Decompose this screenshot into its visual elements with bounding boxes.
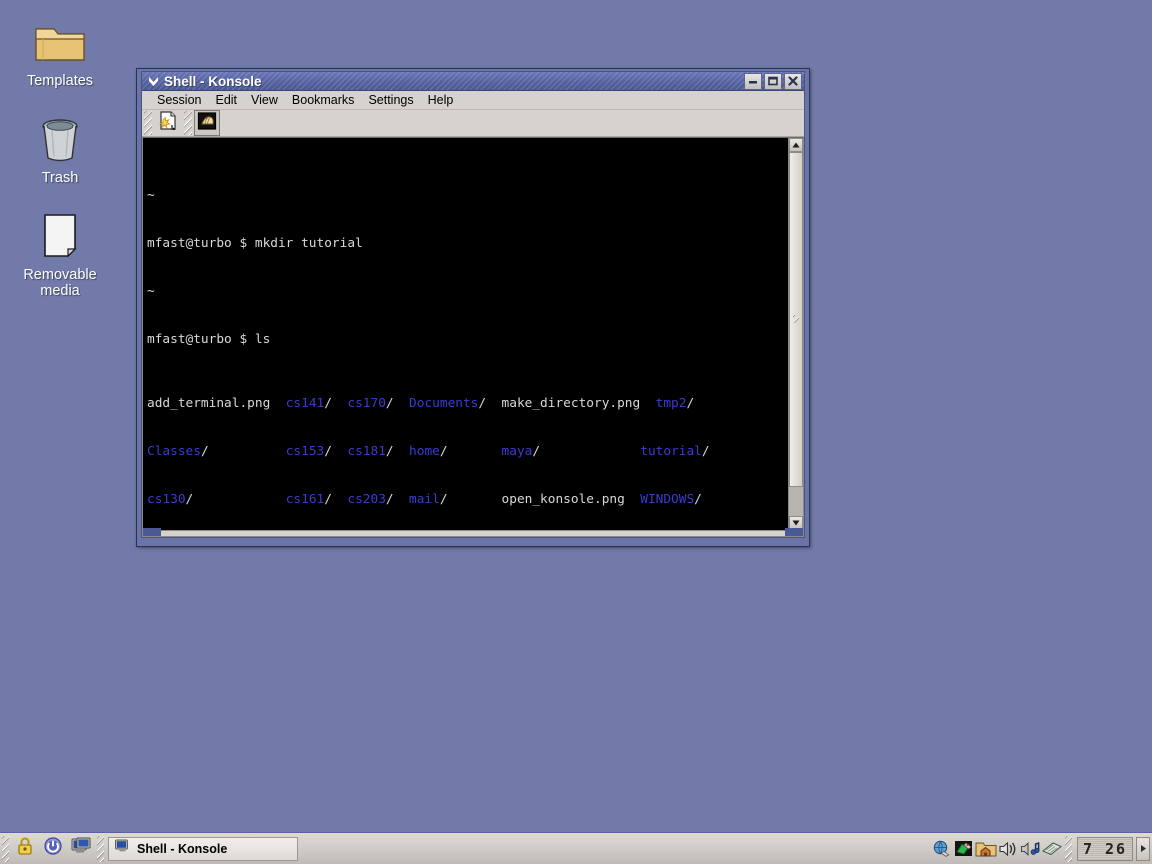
desktop-icon	[71, 837, 91, 860]
mixer-icon[interactable]	[1019, 838, 1041, 860]
menu-item-view[interactable]: View	[244, 91, 285, 109]
desktop-icon-label: Removable media	[23, 267, 97, 299]
window-titlebar[interactable]: Shell - Konsole	[142, 72, 804, 91]
konsole-window-icon	[115, 839, 131, 858]
tray-expand-icon[interactable]	[1136, 836, 1150, 861]
menu-item-help[interactable]: Help	[421, 91, 461, 109]
desktop-icon-templates[interactable]: Templates	[5, 14, 115, 89]
maximize-icon[interactable]	[764, 72, 782, 90]
scrollbar-thumb[interactable]	[789, 152, 803, 487]
system-tray: 7 26	[931, 833, 1152, 864]
resize-grip-right[interactable]	[785, 528, 803, 536]
konsole-shell-icon	[197, 111, 217, 136]
tasklist: Shell - Konsole	[106, 833, 931, 864]
konsole-window[interactable]: Shell - Konsole Session Edit View Bookma…	[136, 68, 810, 547]
taskbar: Shell - Konsole 7 26	[0, 832, 1152, 864]
window-title: Shell - Konsole	[164, 73, 262, 89]
close-icon[interactable]	[784, 72, 802, 90]
volume-icon[interactable]	[997, 838, 1019, 860]
show-desktop-button[interactable]	[67, 835, 95, 863]
tasklist-drag-handle[interactable]	[97, 835, 104, 862]
menu-item-bookmarks[interactable]: Bookmarks	[285, 91, 362, 109]
scrollbar-track[interactable]	[789, 152, 803, 517]
shell-session-button[interactable]	[194, 110, 220, 136]
task-entry-label: Shell - Konsole	[137, 841, 228, 856]
window-menu-icon[interactable]	[144, 72, 162, 90]
desktop-icon-area: Templates Trash Removable media	[0, 0, 120, 321]
terminal-line: ~	[147, 188, 155, 203]
terminal-listing-row: Classes/ cs153/ cs181/ home/ maya/ tutor…	[147, 444, 710, 459]
klipper-icon[interactable]	[953, 838, 975, 860]
device-notifier-icon[interactable]	[1041, 838, 1063, 860]
power-icon	[43, 836, 63, 861]
terminal-area: ~ mfast@turbo $ mkdir tutorial ~ mfast@t…	[142, 137, 804, 532]
network-icon[interactable]	[931, 838, 953, 860]
desktop-icon-removable-media[interactable]: Removable media	[5, 208, 115, 299]
desktop-icon-trash[interactable]: Trash	[5, 111, 115, 186]
clock[interactable]: 7 26	[1077, 836, 1133, 861]
minimize-icon[interactable]	[744, 72, 762, 90]
menubar: Session Edit View Bookmarks Settings Hel…	[142, 91, 804, 110]
menu-item-session[interactable]: Session	[150, 91, 208, 109]
scrollbar-thumb-grip	[793, 315, 799, 324]
window-frame: Shell - Konsole Session Edit View Bookma…	[141, 71, 805, 538]
terminal-listing-row: add_terminal.png cs141/ cs170/ Documents…	[147, 396, 695, 411]
taskbar-drag-handle[interactable]	[2, 835, 9, 862]
menu-item-settings[interactable]: Settings	[361, 91, 420, 109]
terminal-output[interactable]: ~ mfast@turbo $ mkdir tutorial ~ mfast@t…	[143, 138, 788, 531]
toolbar-drag-handle[interactable]	[144, 111, 152, 135]
padlock-icon	[15, 836, 35, 861]
home-folder-icon[interactable]	[975, 838, 997, 860]
systray-drag-handle[interactable]	[1065, 835, 1072, 862]
task-entry-shell-konsole[interactable]: Shell - Konsole	[108, 836, 298, 861]
window-bottom-strip	[142, 528, 804, 537]
folder-icon	[5, 14, 115, 70]
toolbar	[142, 110, 804, 137]
desktop-icon-label: Templates	[26, 73, 94, 89]
menu-item-edit[interactable]: Edit	[208, 91, 244, 109]
terminal-scrollbar[interactable]	[788, 138, 803, 531]
desktop-icon-label: Trash	[41, 170, 79, 186]
terminal-line: mfast@turbo $ ls	[147, 332, 271, 347]
toolbar-separator	[184, 111, 192, 135]
trash-icon	[5, 111, 115, 167]
taskbar-launcher-area	[0, 833, 106, 864]
terminal-line: mfast@turbo $ mkdir tutorial	[147, 236, 363, 251]
removable-media-icon	[5, 208, 115, 264]
logout-button[interactable]	[39, 835, 67, 863]
lock-screen-button[interactable]	[11, 835, 39, 863]
resize-grip-left[interactable]	[143, 528, 161, 536]
new-session-button[interactable]	[154, 110, 180, 136]
scroll-up-button[interactable]	[789, 138, 803, 152]
terminal-listing-row: cs130/ cs161/ cs203/ mail/ open_konsole.…	[147, 492, 702, 507]
terminal-line: ~	[147, 284, 155, 299]
new-document-icon	[156, 110, 178, 137]
